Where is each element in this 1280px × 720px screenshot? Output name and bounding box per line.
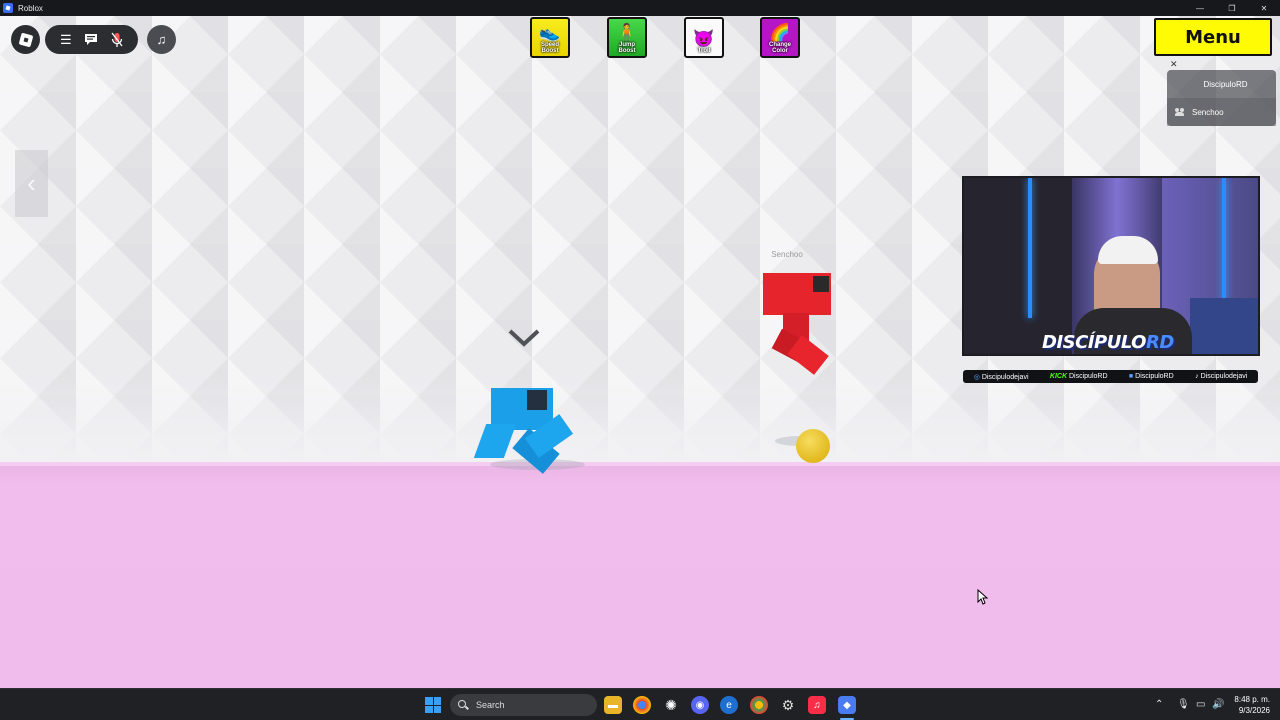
tiktok-icon: ♪	[1195, 373, 1199, 380]
taskbar-search-box[interactable]: Search	[450, 694, 597, 716]
volume-icon[interactable]: 🔊	[1212, 699, 1224, 710]
blue-player-eye	[527, 390, 547, 410]
webcam-overlay: DISCÍPULORD	[962, 176, 1260, 356]
chevron-left-icon: ‹	[27, 168, 36, 198]
friend-icon	[1175, 108, 1185, 116]
roblox-taskbar-icon[interactable]: ◆	[838, 696, 856, 714]
settings-gear-icon[interactable]: ⚙	[779, 696, 797, 714]
roblox-app-icon	[3, 3, 13, 13]
social-label: DiscipuloRD	[1069, 373, 1108, 380]
social-label: DiscipuloRD	[1135, 373, 1174, 380]
window-title-bar: Roblox — ❐ ✕	[0, 0, 1280, 16]
windows-taskbar: Search ▬ ✺ ◉ e ⚙ ♫ ◆ ⌃ 🎙 ▭ 🔊 8:48 p. m. …	[0, 688, 1280, 720]
system-clock[interactable]: 8:48 p. m. 9/3/2026	[1226, 694, 1270, 716]
color-wheel-icon: 🌈	[769, 23, 791, 42]
music-app-icon[interactable]: ♫	[808, 696, 826, 714]
cam-led-strip	[1222, 178, 1226, 318]
cam-bed	[1190, 298, 1258, 354]
jump-boost-button[interactable]: 🧍 Jump Boost	[607, 17, 647, 58]
devil-face-icon: 😈	[693, 29, 715, 48]
brand-prefix: DISCÍPULO	[1042, 332, 1146, 353]
pink-floor	[0, 462, 1280, 688]
jump-boost-label: Jump Boost	[618, 42, 636, 54]
social-item: ◎ Discipulodejavi	[974, 373, 1029, 381]
brand-suffix: RD	[1145, 332, 1174, 353]
search-label: Search	[476, 700, 505, 710]
social-handles-bar: ◎ Discipulodejavi KICK DiscipuloRD ■ Disci…	[963, 370, 1258, 383]
sneaker-icon: 👟	[539, 23, 561, 42]
webcam-brand-logo: DISCÍPULORD	[1042, 332, 1192, 354]
close-button[interactable]: ✕	[1248, 0, 1280, 16]
cam-wall	[964, 178, 1072, 354]
roblox-menu-button[interactable]	[11, 25, 40, 54]
social-label: Discipulodejavi	[981, 373, 1029, 381]
microphone-muted-icon[interactable]	[108, 31, 126, 49]
change-color-button[interactable]: 🌈 Change Color	[760, 17, 800, 58]
player-list: DiscipuloRD Senchoo	[1167, 70, 1276, 126]
player-name-tag: Senchoo	[771, 250, 803, 259]
cam-led-strip	[1028, 178, 1032, 318]
microphone-icon[interactable]: 🎙	[1177, 699, 1190, 710]
chrome-icon[interactable]	[633, 696, 651, 714]
instagram-icon: ◎	[973, 373, 980, 381]
search-icon	[458, 700, 468, 710]
floor-edge	[0, 462, 1280, 466]
clock-time: 8:48 p. m.	[1234, 695, 1270, 704]
social-item: ♪ Discipulodejavi	[1195, 373, 1247, 380]
game-viewport[interactable]: ☰ ♫ 👟 Speed Boost 🧍 Jump Boost 😈 Troll 🌈…	[0, 16, 1280, 688]
troll-button[interactable]: 😈 Troll	[684, 17, 724, 58]
wall-fade	[0, 376, 1280, 462]
speed-boost-button[interactable]: 👟 Speed Boost	[530, 17, 570, 58]
speed-boost-label: Speed Boost	[540, 42, 559, 54]
window-controls: — ❐ ✕	[1184, 0, 1280, 16]
chrome-profile-icon[interactable]	[750, 696, 768, 714]
file-explorer-icon[interactable]: ▬	[604, 696, 622, 714]
discord-icon[interactable]: ◉	[691, 696, 709, 714]
edge-icon[interactable]: e	[720, 696, 738, 714]
twitch-icon: ■	[1128, 373, 1134, 380]
social-item: ■ DiscipuloRD	[1129, 373, 1174, 380]
chat-icon[interactable]	[82, 31, 100, 49]
troll-label: Troll	[697, 48, 711, 54]
clock-date: 9/3/2026	[1238, 706, 1270, 715]
roblox-topbar-cluster: ☰	[45, 25, 138, 54]
menu-button[interactable]: Menu	[1154, 18, 1272, 56]
kick-icon: KICK	[1049, 373, 1068, 380]
chevron-up-icon[interactable]: ⌃	[1155, 699, 1163, 710]
windows-start-icon[interactable]	[425, 697, 441, 713]
player-name: Senchoo	[1192, 107, 1224, 117]
music-note-icon: ♫	[156, 32, 167, 47]
network-icon[interactable]: ▭	[1196, 699, 1205, 710]
social-label: Discipulodejavi	[1200, 373, 1248, 380]
restore-button[interactable]: ❐	[1216, 0, 1248, 16]
minimize-button[interactable]: —	[1184, 0, 1216, 16]
window-title: Roblox	[18, 3, 43, 13]
jumping-character-icon: 🧍	[616, 23, 638, 42]
social-item: KICK DiscipuloRD	[1050, 373, 1108, 380]
player-list-item[interactable]: DiscipuloRD	[1167, 70, 1276, 98]
player-indicator-chevron-icon	[508, 329, 540, 347]
music-button[interactable]: ♫	[147, 25, 176, 54]
player-list-item[interactable]: Senchoo	[1167, 98, 1276, 126]
chatgpt-icon[interactable]: ✺	[662, 696, 680, 714]
gold-coin	[796, 429, 830, 463]
change-color-label: Change Color	[768, 42, 791, 54]
hamburger-menu-icon[interactable]: ☰	[57, 31, 75, 49]
player-list-close-icon[interactable]: ✕	[1170, 59, 1178, 70]
roblox-logo-icon	[18, 32, 33, 47]
player-name: DiscipuloRD	[1203, 79, 1248, 89]
red-player-eye	[813, 276, 829, 292]
left-arrow-button[interactable]: ‹	[15, 150, 48, 217]
mouse-cursor-icon	[977, 589, 989, 605]
